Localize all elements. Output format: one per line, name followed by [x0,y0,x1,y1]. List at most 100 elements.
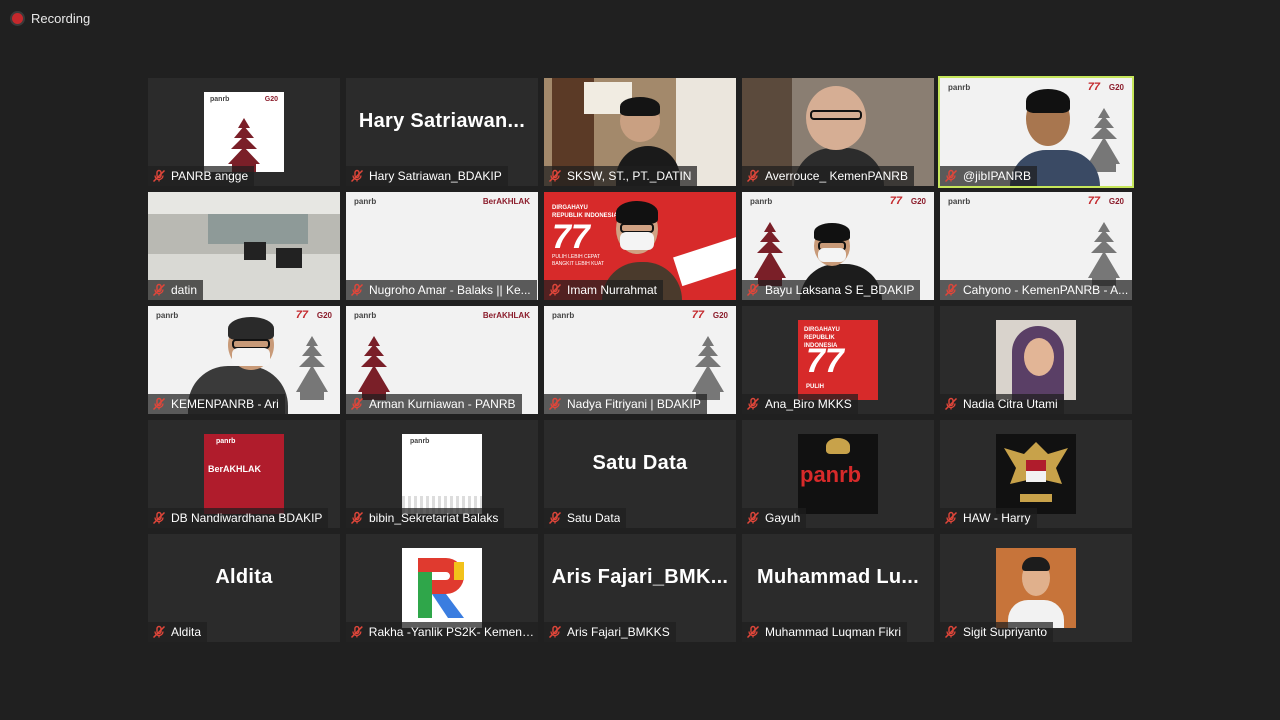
participant-tile[interactable]: panrb 77 G20 Nadya Fitriyani | BDAKIP [544,306,736,414]
profile-picture: panrb [798,434,878,514]
participant-name-bar: Aldita [148,622,208,642]
pulih-text: PULIH [806,384,824,390]
monitor [244,242,266,260]
participant-name: Satu Data [567,511,621,525]
participant-name: Nugroho Amar - Balaks || Ke... [369,283,531,297]
profile-picture: panrb BerAKHLAK [204,434,284,514]
participant-tile[interactable]: panrb 77 G20 Bayu Laksana S E_BDAKIP [742,192,934,300]
muted-mic-icon [152,169,166,183]
participant-tile[interactable]: panrb Gayuh [742,420,934,528]
participant-name-bar: Ana_Biro MKKS [742,394,858,414]
participant-name: Bayu Laksana S E_BDAKIP [765,283,915,297]
hut-77-logo: 77 [691,309,704,321]
face-mask [620,231,654,250]
participant-tile[interactable]: panrb BerAKHLAK Arman Kurniawan - PANRB [346,306,538,414]
muted-mic-icon [350,169,364,183]
participant-name-bar: bibin_Sekretariat Balaks [346,508,505,528]
participant-name-bar: KEMENPANRB - Ari [148,394,285,414]
recording-label: Recording [31,11,91,26]
muted-mic-icon [944,397,958,411]
person-hair [1022,557,1050,571]
panrb-logo: panrb [216,438,236,445]
muted-mic-icon [746,397,760,411]
participant-tile[interactable]: DIRGAHAYU REPUBLIK INDONESIA 77 PULIH Ana_B… [742,306,934,414]
participant-name: Nadya Fitriyani | BDAKIP [567,397,701,411]
participant-tile[interactable]: panrb 77 G20 KEMENPANRB - Ari [148,306,340,414]
g20-logo: G20 [264,96,278,103]
muted-mic-icon [350,625,363,638]
participant-name: KEMENPANRB - Ari [171,397,279,411]
participant-tile[interactable]: panrb 77 G20 @jibIPANRB [938,76,1134,188]
participant-name-bar: Rakha -Yanlik PS2K- KemenP... [346,622,538,642]
participant-tile[interactable]: Sigit Supriyanto [940,534,1132,642]
participant-tile[interactable]: SKSW, ST., PT._DATIN [544,78,736,186]
participant-tile[interactable]: Hary Satriawan... Hary Satriawan_BDAKIP [346,78,538,186]
participant-name-bar: DB Nandiwardhana BDAKIP [148,508,329,528]
participant-name: Hary Satriawan_BDAKIP [369,169,502,183]
participant-name: Nadia Citra Utami [963,397,1058,411]
participant-tile[interactable]: Satu Data Satu Data [544,420,736,528]
profile-picture [996,548,1076,628]
participant-name-bar: Averrouce_ KemenPANRB [742,166,914,186]
participant-name: Cahyono - KemenPANRB - A... [963,283,1129,297]
participant-tile[interactable]: Aldita Aldita [148,534,340,642]
participant-name-bar: Bayu Laksana S E_BDAKIP [742,280,921,300]
recording-indicator: Recording [12,11,90,26]
participant-display-name: Aldita [215,566,273,588]
participant-tile[interactable]: panrb G20 PANRB angge [148,78,340,186]
muted-mic-icon [350,283,364,297]
g20-logo: G20 [1108,197,1124,206]
muted-mic-icon [944,625,958,639]
participant-name: Averrouce_ KemenPANRB [765,169,908,183]
participant-name-bar: @jibIPANRB [940,166,1037,186]
person-face [1024,338,1054,376]
participant-display-name: Hary Satriawan... [358,110,526,132]
panrb-logo: panrb [948,197,971,206]
participant-gallery: panrb G20 PANRB angge Hary Satriawan... Hary… [148,76,1134,642]
berakhlak-logo: BerAKHLAK [482,197,530,206]
participant-name: @jibIPANRB [963,169,1031,183]
participant-tile[interactable]: DIRGAHAYU REPUBLIK INDONESIA 77 PULIH LEBI… [544,192,736,300]
muted-mic-icon [944,169,958,183]
participant-tile[interactable]: Muhammad Lu... Muhammad Luqman Fikri [742,534,934,642]
hut-77-logo: 77 [806,342,844,380]
participant-name: Rakha -Yanlik PS2K- KemenP... [368,625,536,639]
muted-mic-icon [944,511,958,525]
participant-name-bar: Aris Fajari_BMKKS [544,622,676,642]
participant-tile[interactable]: Aris Fajari_BMK... Aris Fajari_BMKKS [544,534,736,642]
participant-tile[interactable]: Nadia Citra Utami [940,306,1132,414]
participant-name: SKSW, ST., PT._DATIN [567,169,692,183]
participant-tile[interactable]: panrb BerAKHLAK Nugroho Amar - Balaks || K… [346,192,538,300]
glass-window [208,214,308,244]
participant-tile[interactable]: panrb bibin_Sekretariat Balaks [346,420,538,528]
participant-name: DB Nandiwardhana BDAKIP [171,511,323,525]
participant-tile[interactable]: panrb BerAKHLAK DB Nandiwardhana BDAKIP [148,420,340,528]
participant-name-bar: Nadya Fitriyani | BDAKIP [544,394,707,414]
participant-tile[interactable]: panrb 77 G20 Cahyono - KemenPANRB - A... [940,192,1132,300]
participant-name: Gayuh [765,511,801,525]
muted-mic-icon [548,511,562,525]
panrb-logo: panrb [410,438,430,445]
muted-mic-icon [152,283,166,297]
r-logo-icon [418,558,464,618]
monitor [276,248,302,268]
participant-tile[interactable]: datin [148,192,340,300]
participant-name-bar: Satu Data [544,508,627,528]
profile-picture [996,320,1076,400]
participant-display-name: Aris Fajari_BMK... [551,566,729,588]
participant-name: Muhammad Luqman Fikri [765,625,902,639]
participant-tile[interactable]: Rakha -Yanlik PS2K- KemenP... [346,534,538,642]
participant-name-bar: Sigit Supriyanto [940,622,1054,642]
participant-name-bar: PANRB angge [148,166,255,186]
participant-name-bar: Muhammad Luqman Fikri [742,622,908,642]
muted-mic-icon [746,511,760,525]
participant-tile[interactable]: HAW - Harry [940,420,1132,528]
panrb-logo: panrb [354,311,377,320]
panrb-logo: panrb [354,197,377,206]
participant-name: datin [171,283,198,297]
panrb-logo: panrb [552,311,575,320]
participant-name-bar: Hary Satriawan_BDAKIP [346,166,508,186]
participant-name-bar: Arman Kurniawan - PANRB [346,394,522,414]
participant-name: Sigit Supriyanto [963,625,1048,639]
participant-tile[interactable]: Averrouce_ KemenPANRB [742,78,934,186]
